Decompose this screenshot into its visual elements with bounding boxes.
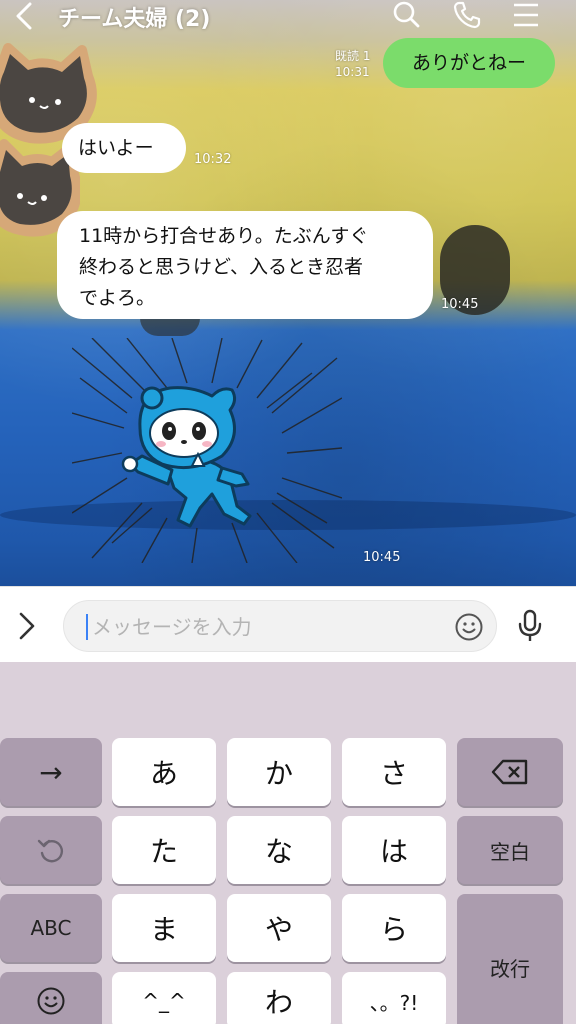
- key-ya[interactable]: や: [227, 894, 331, 962]
- received-message-bubble[interactable]: はいよー: [62, 123, 186, 173]
- phone-icon[interactable]: [452, 0, 482, 30]
- undo-icon: [37, 839, 63, 863]
- search-icon[interactable]: [391, 0, 421, 30]
- key-ka[interactable]: か: [227, 738, 331, 806]
- backspace-icon: [491, 759, 528, 785]
- chat-title[interactable]: チーム夫婦 (2): [58, 1, 210, 33]
- message-input[interactable]: メッセージを入力: [63, 600, 497, 652]
- key-kaomoji[interactable]: ^_^: [112, 972, 216, 1024]
- ninja-panda-sticker[interactable]: [72, 338, 342, 563]
- abc-key[interactable]: ABC: [0, 894, 102, 962]
- key-arrow-right[interactable]: →: [0, 738, 102, 806]
- chevron-right-icon[interactable]: [15, 611, 39, 641]
- emoji-keyboard-key[interactable]: [0, 972, 102, 1024]
- emoji-keyboard-icon: [37, 987, 65, 1015]
- message-input-bar: メッセージを入力: [0, 586, 576, 662]
- key-punctuation[interactable]: 、。?!: [342, 972, 446, 1024]
- message-time: 10:45: [441, 297, 479, 312]
- emoji-icon[interactable]: [454, 612, 484, 642]
- menu-icon[interactable]: [512, 2, 540, 28]
- message-line: 11時から打合せあり。たぶんすぐ: [79, 225, 369, 247]
- key-sa[interactable]: さ: [342, 738, 446, 806]
- undo-key[interactable]: [0, 816, 102, 884]
- key-a[interactable]: あ: [112, 738, 216, 806]
- message-time: 10:32: [194, 152, 232, 167]
- return-key[interactable]: 改行: [457, 894, 563, 1024]
- message-line: 終わると思うけど、入るとき忍者: [79, 256, 364, 278]
- sent-message-bubble[interactable]: ありがとねー: [383, 38, 555, 88]
- message-input-placeholder: メッセージを入力: [92, 615, 252, 639]
- chat-area[interactable]: チーム夫婦 (2) 既読 1 10:31 ありがとねー はいよー 10:32 1…: [0, 0, 576, 586]
- chat-header: チーム夫婦 (2): [0, 0, 576, 34]
- backspace-key[interactable]: [457, 738, 563, 806]
- key-wa[interactable]: わ: [227, 972, 331, 1024]
- back-icon[interactable]: [12, 2, 36, 30]
- key-ha[interactable]: は: [342, 816, 446, 884]
- message-time: 10:45: [363, 550, 401, 565]
- japanese-keyboard: → あ か さ た な は 空白 ABC ま や ら 改行 ^_^ わ 、。?!: [0, 662, 576, 1024]
- key-na[interactable]: な: [227, 816, 331, 884]
- read-receipt: 既読 1 10:31: [335, 49, 371, 79]
- key-ra[interactable]: ら: [342, 894, 446, 962]
- message-line: でよろ。: [79, 287, 156, 309]
- key-ma[interactable]: ま: [112, 894, 216, 962]
- microphone-icon[interactable]: [516, 609, 544, 643]
- space-key[interactable]: 空白: [457, 816, 563, 884]
- received-message-bubble[interactable]: 11時から打合せあり。たぶんすぐ 終わると思うけど、入るとき忍者 でよろ。: [57, 211, 433, 319]
- key-ta[interactable]: た: [112, 816, 216, 884]
- text-caret: [86, 614, 88, 640]
